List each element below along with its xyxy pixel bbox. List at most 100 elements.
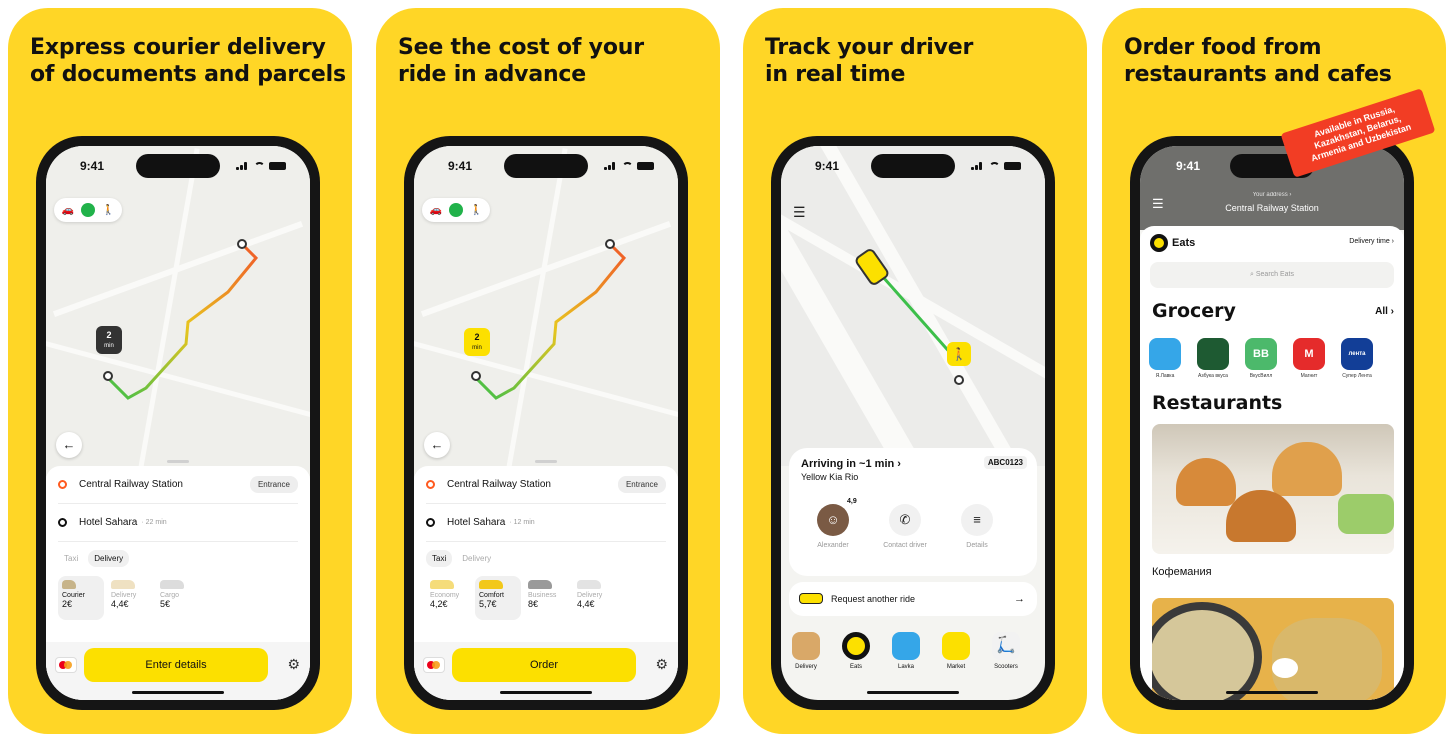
address-to[interactable]: Hotel Sahara · 12 min [426, 504, 666, 542]
sheet-handle[interactable] [167, 460, 189, 463]
driver-avatar: ☺ [817, 504, 849, 536]
driver-rating: 4,9 [847, 498, 857, 505]
battery-icon [269, 162, 286, 170]
tariff-price: 4,4€ [111, 599, 129, 609]
route-line [873, 267, 964, 385]
shop-name: Азбука вкуса [1198, 373, 1228, 379]
headline: See the cost of your ride in advance [398, 35, 644, 87]
address-from-text: Central Railway Station [79, 479, 183, 490]
address-from[interactable]: Central Railway Station Entrance [426, 466, 666, 504]
destination-dot-icon [58, 518, 67, 527]
enter-details-button[interactable]: Enter details [84, 648, 268, 682]
entrance-chip[interactable]: Entrance [617, 476, 666, 493]
contact-driver-button[interactable]: ✆ Contact driver [875, 504, 935, 549]
service-label: Scooters [994, 664, 1018, 670]
parcel-car-icon [111, 580, 135, 589]
tariff-price: 4,2€ [430, 599, 448, 609]
tariff-delivery[interactable]: Delivery 4,4€ [573, 576, 619, 620]
arrival-status[interactable]: Arriving in ~1 min › [801, 458, 901, 470]
signal-icon [971, 162, 985, 170]
driver-profile[interactable]: ☺ Alexander [803, 504, 863, 549]
license-plate: ABC0123 [983, 456, 1027, 469]
request-another-ride-button[interactable]: Request another ride → [789, 582, 1037, 616]
tariff-price: 4,4€ [577, 599, 595, 609]
shop-name: Магнит [1300, 373, 1318, 379]
tab-taxi[interactable]: Taxi [426, 550, 453, 567]
service-eats[interactable]: Eats [833, 632, 879, 670]
back-button[interactable]: ← [424, 432, 450, 458]
restaurant-photo[interactable] [1152, 598, 1394, 700]
transport-mode-pill[interactable]: 🚗 🚶 [422, 198, 490, 222]
tab-taxi[interactable]: Taxi [58, 550, 84, 567]
tariff-name: Courier [62, 592, 85, 599]
tariff-business[interactable]: Business 8€ [524, 576, 570, 620]
tariff-price: 2€ [62, 599, 73, 609]
service-lavka[interactable]: Lavka [883, 632, 929, 670]
address-selector[interactable]: Your address › Central Railway Station [1140, 192, 1404, 216]
comfort-car-icon [479, 580, 503, 589]
details-label: Details [966, 542, 988, 549]
home-indicator [132, 691, 224, 694]
tariff-courier[interactable]: Courier 2€ [58, 576, 104, 620]
pedestrian-marker-icon: 🚶 [947, 342, 971, 366]
shop-item[interactable]: Азбука вкуса [1190, 338, 1236, 379]
tariff-delivery[interactable]: Delivery 4,4€ [107, 576, 153, 620]
home-indicator [867, 691, 959, 694]
box-icon [792, 632, 820, 660]
service-market[interactable]: Market [933, 632, 979, 670]
settings-sliders-icon[interactable]: ⚙ [655, 656, 668, 673]
origin-dot-icon [58, 480, 67, 489]
mastercard-icon[interactable] [424, 658, 444, 672]
service-delivery[interactable]: Delivery [783, 632, 829, 670]
mastercard-icon[interactable] [56, 658, 76, 672]
tariff-cargo[interactable]: Cargo 5€ [156, 576, 202, 620]
restaurant-name[interactable]: Кофемания [1152, 566, 1212, 578]
map[interactable]: 🚗 🚶 2 min ← [46, 146, 310, 476]
destination-dot-icon [426, 518, 435, 527]
address-to-text: Hotel Sahara [447, 517, 506, 528]
tariff-name: Business [528, 592, 557, 599]
delivery-time-selector[interactable]: Delivery time › [1349, 238, 1394, 245]
phone-frame: 9:41 🚶 ☰ Arriving in ~1 min › Yellow Kia… [771, 136, 1055, 710]
settings-sliders-icon[interactable]: ⚙ [287, 656, 300, 673]
transport-mode-pill[interactable]: 🚗 🚶 [54, 198, 122, 222]
service-tabs: Taxi Delivery [58, 550, 130, 567]
phone-icon: ✆ [889, 504, 921, 536]
see-all-link[interactable]: All › [1375, 306, 1394, 317]
order-sheet: Central Railway Station Entrance Hotel Sa… [414, 460, 678, 700]
driver-card[interactable]: Arriving in ~1 min › Yellow Kia Rio ABC0… [789, 448, 1037, 576]
phone-screen: 9:41 🚗 🚶 2 min ← Central Railway Station… [414, 146, 678, 700]
tariff-economy[interactable]: Economy 4,2€ [426, 576, 472, 620]
address-from[interactable]: Central Railway Station Entrance [58, 466, 298, 504]
status-time: 9:41 [80, 159, 105, 173]
menu-icon[interactable]: ☰ [793, 204, 806, 221]
service-scooters[interactable]: 🛴 Scooters [983, 632, 1029, 670]
shop-name: Я.Лавка [1155, 373, 1175, 379]
shop-item[interactable]: Я.Лавка [1142, 338, 1188, 379]
status-time: 9:41 [448, 159, 473, 173]
order-button[interactable]: Order [452, 648, 636, 682]
shop-item[interactable]: BB ВкусВилл [1238, 338, 1284, 379]
headline: Order food from restaurants and cafes [1124, 35, 1392, 87]
tariff-comfort[interactable]: Comfort 5,7€ [475, 576, 521, 620]
restaurant-photo[interactable] [1152, 424, 1394, 554]
back-button[interactable]: ← [56, 432, 82, 458]
map[interactable]: 🚶 ☰ [781, 146, 1045, 466]
sheet-handle[interactable] [535, 460, 557, 463]
address-to[interactable]: Hotel Sahara · 22 min [58, 504, 298, 542]
service-tabs: Taxi Delivery [426, 550, 497, 567]
map[interactable]: 🚗 🚶 2 min ← [414, 146, 678, 476]
tab-delivery[interactable]: Delivery [456, 550, 497, 567]
details-button[interactable]: ≡ Details [947, 504, 1007, 549]
shop-item[interactable]: лента Супер Лента [1334, 338, 1380, 379]
entrance-chip[interactable]: Entrance [249, 476, 298, 493]
eta-marker: 2 min [96, 326, 122, 354]
tab-delivery[interactable]: Delivery [88, 550, 130, 567]
tariff-name: Comfort [479, 592, 504, 599]
shop-item[interactable]: M Магнит [1286, 338, 1332, 379]
search-input[interactable]: ⌕ Search Eats [1150, 262, 1394, 288]
contact-driver-label: Contact driver [883, 542, 927, 549]
car-icon: 🚗 [61, 204, 74, 216]
battery-icon [637, 162, 654, 170]
home-indicator [500, 691, 592, 694]
